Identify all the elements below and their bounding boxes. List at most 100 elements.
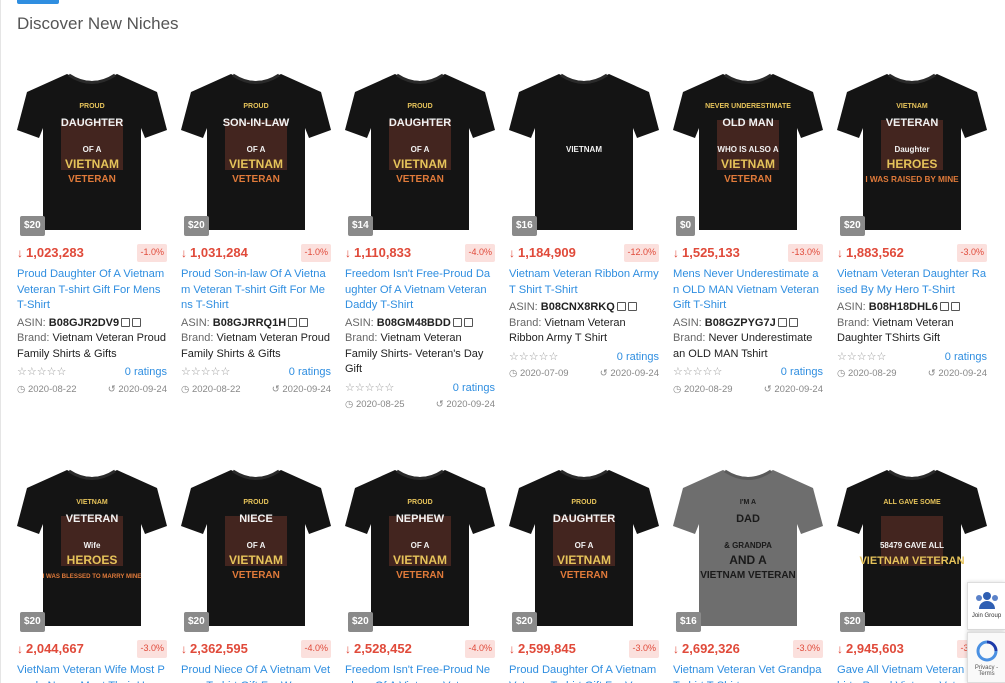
- copy-icon[interactable]: [788, 317, 798, 327]
- product-card[interactable]: NEVER UNDERESTIMATE OLD MAN WHO IS ALSO A V…: [673, 68, 823, 413]
- price-badge: $20: [840, 612, 865, 632]
- copy-icon[interactable]: [132, 317, 142, 327]
- first-seen-value: 2020-08-22: [27, 383, 77, 395]
- external-link-icon[interactable]: [452, 317, 462, 327]
- asin-prefix: ASIN:: [673, 316, 702, 329]
- ratings-count-link[interactable]: 0 ratings: [453, 381, 495, 397]
- product-thumbnail[interactable]: PROUD DAUGHTER OF A VIETNAM VETERAN $20: [17, 68, 167, 236]
- tshirt-image[interactable]: PROUD DAUGHTER OF A VIETNAM VETERAN: [509, 464, 659, 632]
- product-card[interactable]: VIETNAM VETERAN Wife HEROES I WAS BLESSED TO…: [17, 464, 167, 683]
- brand-line: Brand: Never Underestimate an OLD MAN Ts…: [673, 331, 823, 362]
- asin-value: B08GZPYG7J: [704, 316, 776, 329]
- product-thumbnail[interactable]: VIETNAM VETERAN Wife HEROES I WAS BLESSED TO…: [17, 464, 167, 632]
- product-title-link[interactable]: Vietnam Veteran Vet Grandpa T shirt T-Sh…: [673, 663, 823, 683]
- rank-down-arrow-icon: ↓: [181, 641, 187, 656]
- product-thumbnail[interactable]: PROUD DAUGHTER OF A VIETNAM VETERAN $20: [509, 464, 659, 632]
- join-group-widget[interactable]: Join Group: [967, 582, 1005, 630]
- ratings-count-link[interactable]: 0 ratings: [617, 350, 659, 366]
- shirt-art-text: NIECE: [239, 513, 273, 525]
- product-title-link[interactable]: Gave All Vietnam Veteran T-shirt - Proud…: [837, 663, 987, 683]
- asin-line: ASIN: B08CNX8RKQ: [509, 300, 659, 316]
- rank-line: ↓ 1,023,283 -1.0%: [17, 244, 167, 262]
- asin-prefix: ASIN:: [17, 316, 46, 329]
- product-grid: PROUD DAUGHTER OF A VIETNAM VETERAN $20 ↓ 1,023…: [17, 68, 1005, 683]
- brand-prefix: Brand:: [17, 332, 50, 344]
- ratings-count-link[interactable]: 0 ratings: [289, 365, 331, 381]
- product-card[interactable]: PROUD DAUGHTER OF A VIETNAM VETERAN $14 ↓ 1,110…: [345, 68, 495, 413]
- rank-change-badge: -4.0%: [301, 640, 331, 658]
- product-thumbnail[interactable]: PROUD NEPHEW OF A VIETNAM VETERAN $20: [345, 464, 495, 632]
- product-thumbnail[interactable]: VIETNAM VETERAN Daughter HEROES I WAS RAISED…: [837, 68, 987, 236]
- shirt-art-text: Daughter: [894, 145, 929, 154]
- external-link-icon[interactable]: [939, 302, 949, 311]
- date-line: ◷ 2020-08-22 ↺ 2020-09-24: [17, 382, 167, 398]
- tshirt-image[interactable]: VIETNAM VETERAN Wife HEROES I WAS BLESSED TO…: [17, 464, 167, 632]
- tshirt-image[interactable]: PROUD NEPHEW OF A VIETNAM VETERAN: [345, 464, 495, 632]
- product-title-link[interactable]: VietNam Veteran Wife Most People Never M…: [17, 663, 167, 683]
- copy-icon[interactable]: [950, 302, 960, 311]
- tshirt-image[interactable]: VIETNAM: [509, 68, 659, 236]
- product-title-link[interactable]: Proud Daughter Of A Vietnam Veteran T-sh…: [509, 663, 659, 683]
- product-thumbnail[interactable]: PROUD DAUGHTER OF A VIETNAM VETERAN $14: [345, 68, 495, 236]
- product-thumbnail[interactable]: VIETNAM $16: [509, 68, 659, 236]
- product-card[interactable]: PROUD SON-IN-LAW OF A VIETNAM VETERAN $20 ↓ 1,0…: [181, 68, 331, 413]
- shirt-art-text: PROUD: [79, 103, 104, 110]
- tshirt-image[interactable]: ALL GAVE SOME 58479 GAVE ALL VIETNAM VETER…: [837, 464, 987, 632]
- tshirt-image[interactable]: PROUD DAUGHTER OF A VIETNAM VETERAN: [345, 68, 495, 236]
- product-title-link[interactable]: Proud Niece Of A Vietnam Veteran T-shirt…: [181, 663, 331, 683]
- shirt-art-text: VETERAN: [396, 570, 444, 581]
- ratings-count-link[interactable]: 0 ratings: [945, 350, 987, 366]
- ratings-count-link[interactable]: 0 ratings: [125, 365, 167, 381]
- first-seen-date: ◷ 2020-08-22: [17, 382, 77, 398]
- product-thumbnail[interactable]: ALL GAVE SOME 58479 GAVE ALL VIETNAM VETER…: [837, 464, 987, 632]
- first-seen-value: 2020-07-09: [519, 368, 569, 379]
- tshirt-image[interactable]: PROUD DAUGHTER OF A VIETNAM VETERAN: [17, 68, 167, 236]
- product-thumbnail[interactable]: I'M A DAD & GRANDPA AND A VIETNAM VETERAN $16: [673, 464, 823, 632]
- product-title-link[interactable]: Mens Never Underestimate an OLD MAN Viet…: [673, 267, 823, 314]
- shirt-art-text: VIETNAM: [896, 103, 928, 110]
- product-card[interactable]: PROUD NIECE OF A VIETNAM VETERAN $20 ↓ 2,362,59…: [181, 464, 331, 683]
- product-thumbnail[interactable]: NEVER UNDERESTIMATE OLD MAN WHO IS ALSO A V…: [673, 68, 823, 236]
- product-card[interactable]: PROUD DAUGHTER OF A VIETNAM VETERAN $20 ↓ 2,599…: [509, 464, 659, 683]
- product-card[interactable]: I'M A DAD & GRANDPA AND A VIETNAM VETERAN $16…: [673, 464, 823, 683]
- product-card[interactable]: PROUD DAUGHTER OF A VIETNAM VETERAN $20 ↓ 1,023…: [17, 68, 167, 413]
- group-icon: [975, 592, 998, 609]
- external-link-icon[interactable]: [616, 302, 626, 311]
- product-card[interactable]: VIETNAM VETERAN Daughter HEROES I WAS RAISED…: [837, 68, 987, 413]
- product-card[interactable]: PROUD NEPHEW OF A VIETNAM VETERAN $20 ↓ 2,528,4…: [345, 464, 495, 683]
- external-link-icon[interactable]: [288, 317, 298, 327]
- price-badge: $20: [184, 216, 209, 236]
- product-thumbnail[interactable]: PROUD NIECE OF A VIETNAM VETERAN $20: [181, 464, 331, 632]
- tshirt-image[interactable]: I'M A DAD & GRANDPA AND A VIETNAM VETERAN: [673, 464, 823, 632]
- ratings-count-link[interactable]: 0 ratings: [781, 365, 823, 381]
- tshirt-image[interactable]: PROUD SON-IN-LAW OF A VIETNAM VETERAN: [181, 68, 331, 236]
- external-link-icon[interactable]: [121, 317, 131, 327]
- date-line: ◷ 2020-08-25 ↺ 2020-09-24: [345, 397, 495, 413]
- product-card[interactable]: VIETNAM $16 ↓ 1,184,909 -12.0% Vietnam Vetera…: [509, 68, 659, 413]
- rating-line: ☆☆☆☆☆ 0 ratings: [673, 365, 823, 381]
- rank-down-arrow-icon: ↓: [17, 641, 23, 656]
- rank-line: ↓ 1,525,133 -13.0%: [673, 244, 823, 262]
- brand-line: Brand: Vietnam Veteran Proud Family Shir…: [17, 331, 167, 362]
- price-badge: $20: [512, 612, 537, 632]
- product-title-link[interactable]: Vietnam Veteran Ribbon Army T Shirt T-Sh…: [509, 267, 659, 298]
- tshirt-image[interactable]: NEVER UNDERESTIMATE OLD MAN WHO IS ALSO A V…: [673, 68, 823, 236]
- tshirt-image[interactable]: PROUD NIECE OF A VIETNAM VETERAN: [181, 464, 331, 632]
- bsr-rank: ↓ 2,599,845: [509, 641, 576, 658]
- product-title-link[interactable]: Proud Son-in-law Of A Vietnam Veteran T-…: [181, 267, 331, 314]
- product-thumbnail[interactable]: PROUD SON-IN-LAW OF A VIETNAM VETERAN $20: [181, 68, 331, 236]
- product-title-link[interactable]: Proud Daughter Of A Vietnam Veteran T-sh…: [17, 267, 167, 314]
- product-card[interactable]: ALL GAVE SOME 58479 GAVE ALL VIETNAM VETER…: [837, 464, 987, 683]
- tshirt-image[interactable]: VIETNAM VETERAN Daughter HEROES I WAS RAISED…: [837, 68, 987, 236]
- bsr-rank-value: 1,883,562: [846, 244, 904, 260]
- rank-down-arrow-icon: ↓: [509, 245, 515, 260]
- product-title-link[interactable]: Vietnam Veteran Daughter Raised By My He…: [837, 267, 987, 298]
- copy-icon[interactable]: [627, 302, 637, 311]
- copy-icon[interactable]: [463, 317, 473, 327]
- external-link-icon[interactable]: [777, 317, 787, 327]
- product-title-link[interactable]: Freedom Isn't Free-Proud Nephew Of A Vie…: [345, 663, 495, 683]
- recaptcha-badge[interactable]: Privacy - Terms: [967, 632, 1005, 683]
- page-title: Discover New Niches: [17, 14, 179, 33]
- copy-icon[interactable]: [299, 317, 309, 327]
- product-title-link[interactable]: Freedom Isn't Free-Proud Daughter Of A V…: [345, 267, 495, 314]
